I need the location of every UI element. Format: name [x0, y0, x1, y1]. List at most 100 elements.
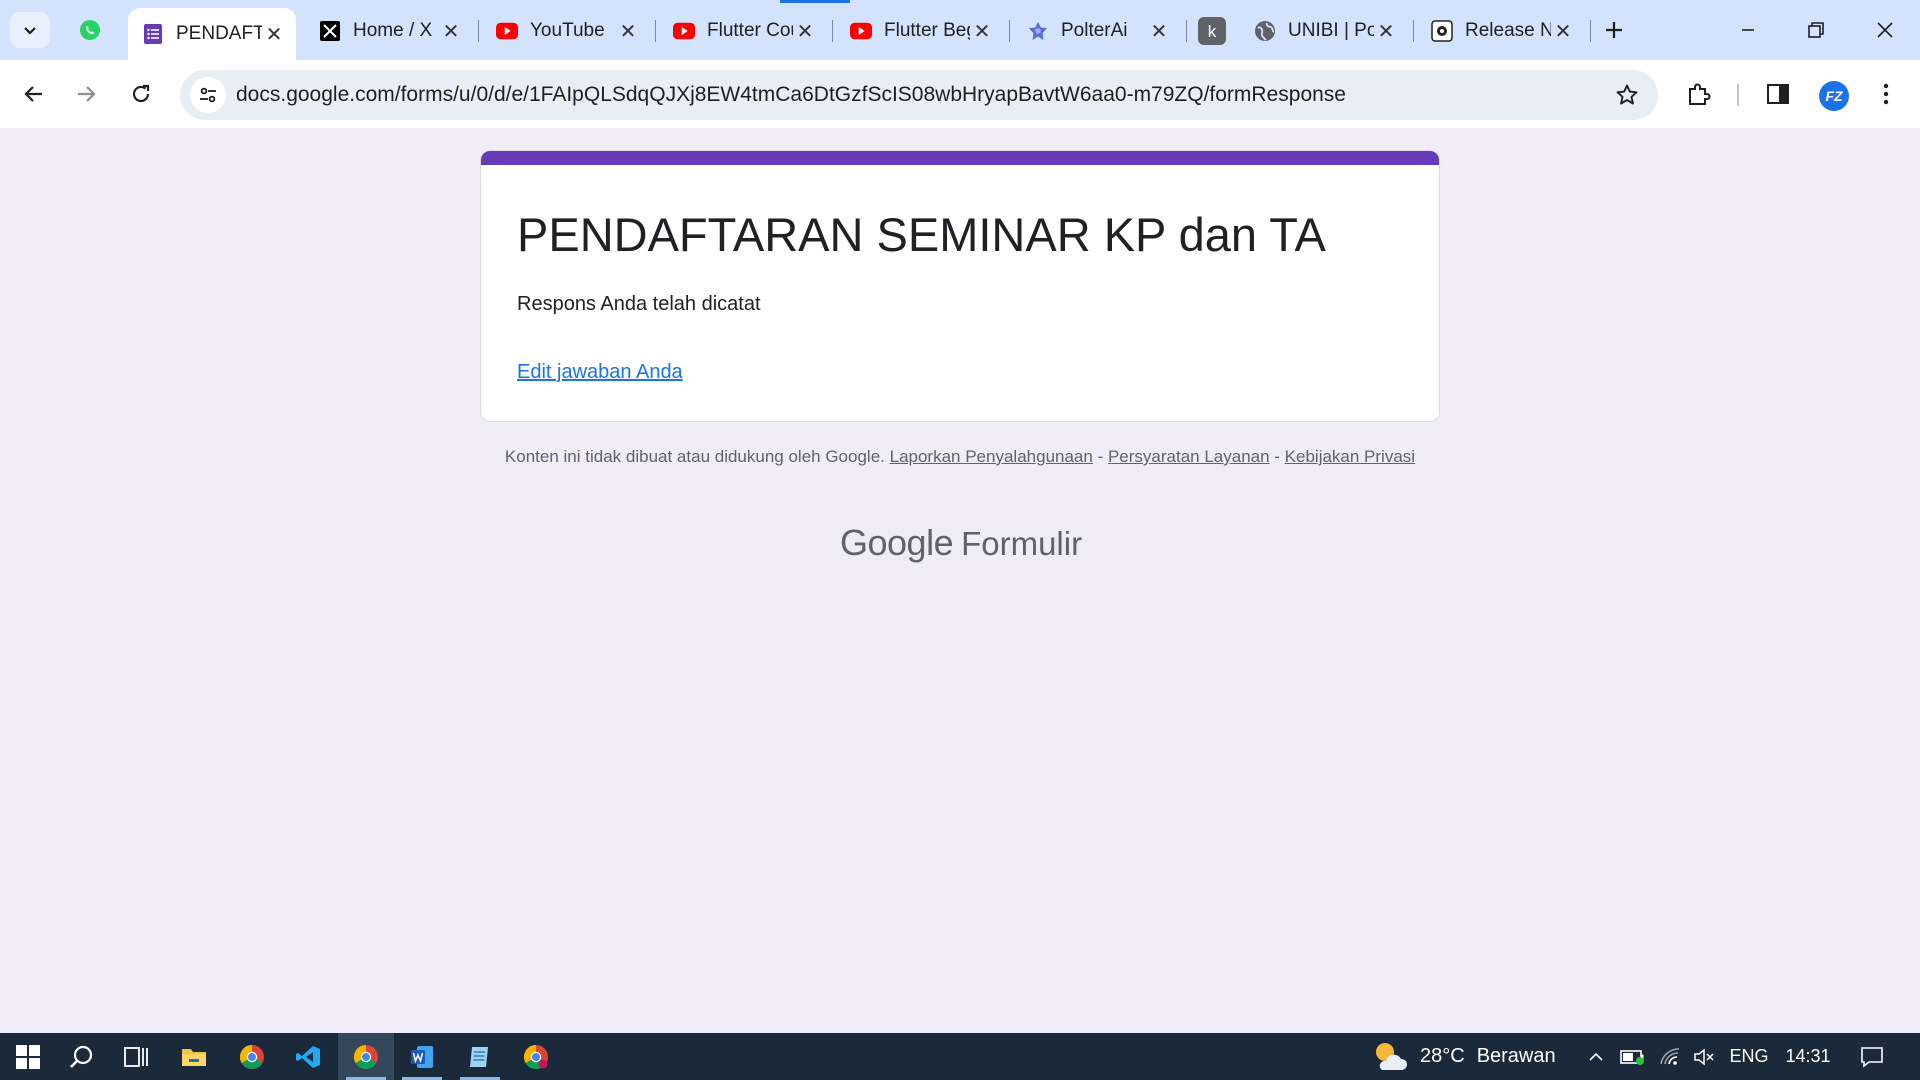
youtube-icon	[496, 20, 518, 42]
tab-x-home[interactable]: Home / X ✕	[305, 10, 473, 52]
weather-condition: Berawan	[1476, 1045, 1556, 1067]
windows-start-icon	[16, 1044, 40, 1069]
vscode-icon	[296, 1045, 320, 1068]
tab-title: Flutter Beginner	[884, 20, 970, 41]
product-name: Formulir	[961, 525, 1083, 562]
tab-unibi[interactable]: UNIBI | Portal ✕	[1240, 10, 1408, 52]
terms-of-service-link[interactable]: Persyaratan Layanan	[1108, 447, 1270, 466]
globe-icon	[1254, 20, 1276, 42]
chrome-icon	[239, 1044, 264, 1069]
word-icon	[411, 1045, 433, 1068]
chrome-icon	[353, 1044, 378, 1069]
volume-muted-icon	[1694, 1047, 1714, 1066]
forward-button[interactable]	[67, 74, 107, 114]
close-icon[interactable]: ✕	[439, 19, 463, 43]
pinned-tab-whatsapp[interactable]	[70, 12, 110, 48]
taskbar-chrome-secondary[interactable]	[508, 1033, 564, 1080]
confirmation-message: Respons Anda telah dicatat	[517, 293, 761, 315]
tab-separator	[478, 20, 479, 42]
profile-avatar[interactable]: FZ	[1819, 81, 1849, 111]
arrow-right-icon	[78, 86, 96, 102]
network-status[interactable]	[1655, 1033, 1687, 1080]
footer-disclaimer: Konten ini tidak dibuat atau didukung ol…	[500, 446, 1420, 468]
tab-polterai[interactable]: PolterAi ✕	[1013, 10, 1181, 52]
notepad-icon	[470, 1046, 488, 1067]
reload-button[interactable]	[121, 74, 161, 114]
show-hidden-icons-button[interactable]	[1580, 1033, 1612, 1080]
tab-flutter-beginner[interactable]: Flutter Beginner ✕	[836, 10, 1004, 52]
battery-status[interactable]	[1617, 1033, 1649, 1080]
system-clock[interactable]: 14:31	[1780, 1033, 1836, 1080]
back-button[interactable]	[13, 74, 53, 114]
youtube-icon	[673, 20, 695, 42]
side-panel-button[interactable]	[1760, 76, 1796, 112]
edit-response-link[interactable]: Edit jawaban Anda	[517, 361, 683, 384]
tab-youtube[interactable]: YouTube ✕	[482, 10, 650, 52]
k-letter-icon: k	[1198, 17, 1226, 45]
start-button[interactable]	[0, 1033, 56, 1080]
google-forms-icon	[142, 23, 164, 45]
close-icon[interactable]: ✕	[970, 19, 994, 43]
close-window-button[interactable]	[1857, 8, 1913, 52]
chevron-up-icon	[1589, 1052, 1603, 1061]
release-icon	[1431, 20, 1453, 42]
taskbar-notepad[interactable]	[452, 1033, 508, 1080]
site-info-button[interactable]	[190, 77, 226, 113]
close-icon[interactable]: ✕	[616, 19, 640, 43]
link-separator: -	[1092, 447, 1108, 466]
close-icon[interactable]: ✕	[1374, 19, 1398, 43]
tab-release-notes[interactable]: Release Notes ✕	[1417, 10, 1585, 52]
address-bar[interactable]: docs.google.com/forms/u/0/d/e/1FAIpQLSdq…	[180, 70, 1658, 120]
taskbar-file-explorer[interactable]	[166, 1033, 222, 1080]
tab-flutter-course[interactable]: Flutter Course ✕	[659, 10, 827, 52]
taskbar-search-button[interactable]	[54, 1033, 110, 1080]
wifi-icon	[1660, 1047, 1680, 1065]
input-language[interactable]: ENG	[1726, 1033, 1772, 1080]
star-icon	[1616, 84, 1638, 105]
more-vert-icon	[1883, 83, 1889, 105]
tab-separator	[655, 20, 656, 42]
taskbar-chrome-profile[interactable]	[224, 1033, 280, 1080]
form-accent-bar	[481, 151, 1439, 165]
google-forms-brand-link[interactable]: Google Formulir	[840, 522, 1082, 566]
url-text: docs.google.com/forms/u/0/d/e/1FAIpQLSdq…	[236, 83, 1346, 106]
tab-title: Home / X	[353, 20, 433, 41]
page-content: PENDAFTARAN SEMINAR KP dan TA Respons An…	[0, 128, 1920, 1033]
taskbar-chrome-active[interactable]	[338, 1033, 394, 1080]
battery-charging-icon	[1620, 1049, 1644, 1065]
taskbar-vscode[interactable]	[280, 1033, 336, 1080]
weather-widget[interactable]: 28°C Berawan	[1372, 1033, 1556, 1080]
close-icon[interactable]: ✕	[1551, 19, 1575, 43]
close-icon[interactable]: ✕	[262, 22, 286, 46]
windows-taskbar: 28°C Berawan ENG 14:31	[0, 1033, 1920, 1080]
tab-title: PolterAi	[1061, 20, 1128, 41]
close-icon[interactable]: ✕	[793, 19, 817, 43]
tab-strip: PENDAFTARAN SEMINAR KP dan TA ✕ Home / X…	[0, 0, 1920, 60]
whatsapp-icon	[80, 20, 100, 40]
arrow-left-icon	[24, 86, 42, 102]
notification-center-button[interactable]	[1852, 1033, 1892, 1080]
extensions-button[interactable]	[1681, 76, 1717, 112]
tab-google-forms[interactable]: PENDAFTARAN SEMINAR KP dan TA ✕	[128, 8, 296, 60]
reload-icon	[132, 84, 150, 103]
x-logo-icon	[319, 20, 341, 42]
close-icon[interactable]: ✕	[1147, 19, 1171, 43]
chevron-down-icon	[24, 27, 36, 35]
search-icon	[70, 1045, 93, 1068]
browser-menu-button[interactable]	[1868, 76, 1904, 112]
new-tab-button[interactable]	[1598, 14, 1630, 46]
tab-search-button[interactable]	[10, 12, 50, 48]
minimize-button[interactable]	[1720, 8, 1776, 52]
report-abuse-link[interactable]: Laporkan Penyalahgunaan	[890, 447, 1093, 466]
taskbar-word[interactable]	[394, 1033, 450, 1080]
tab-title: UNIBI | Portal	[1288, 20, 1374, 41]
privacy-policy-link[interactable]: Kebijakan Privasi	[1285, 447, 1415, 466]
volume-control[interactable]	[1688, 1033, 1720, 1080]
restore-button[interactable]	[1788, 8, 1844, 52]
task-view-button[interactable]	[108, 1033, 164, 1080]
youtube-icon	[850, 20, 872, 42]
tab-k[interactable]: k	[1190, 10, 1238, 52]
tab-title: Release Notes	[1465, 20, 1551, 41]
bookmark-button[interactable]	[1612, 80, 1642, 110]
svg-text:k: k	[1208, 22, 1217, 41]
